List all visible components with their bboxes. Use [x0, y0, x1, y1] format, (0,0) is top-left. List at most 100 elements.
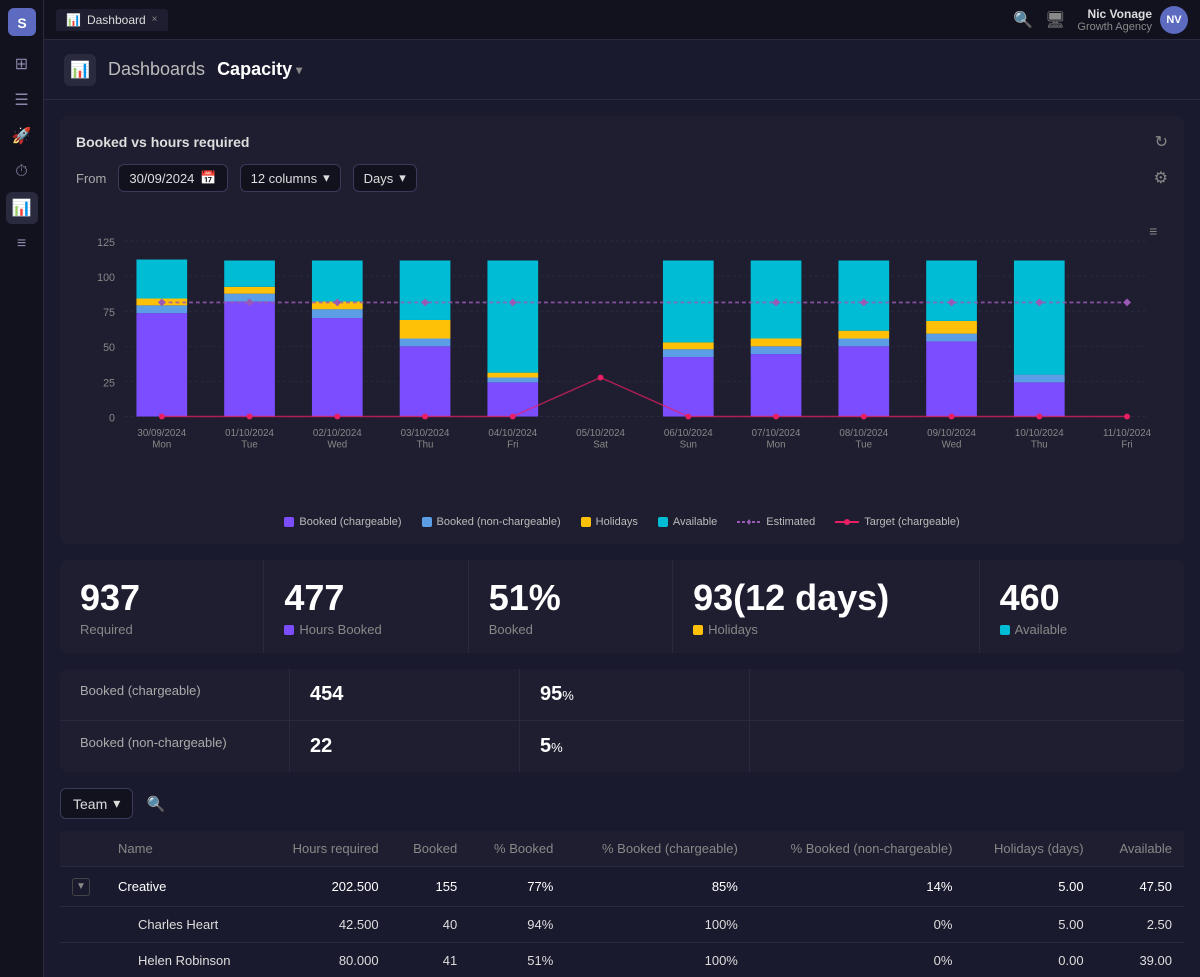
stat-pct-booked-label: Booked [489, 622, 652, 637]
legend-holidays: Holidays [581, 516, 638, 528]
legend-label: Target (chargeable) [864, 516, 959, 528]
search-icon[interactable]: 🔍 [1013, 10, 1033, 30]
page-title-text: Capacity [217, 59, 292, 80]
tab-close-icon[interactable]: × [152, 14, 158, 25]
days-dropdown-icon: ▾ [399, 170, 406, 186]
row-available: 39.00 [1096, 942, 1184, 977]
stat-holidays-value: 93(12 days) [693, 580, 959, 616]
data-table: Name Hours required Booked % Booked % Bo… [60, 831, 1184, 977]
chart-card-header: Booked vs hours required ↻ [76, 132, 1168, 152]
legend-booked-chargeable: Booked (chargeable) [284, 516, 401, 528]
sidebar-item-chart[interactable]: 📊 [6, 192, 38, 224]
stat-holidays-label: Holidays [693, 622, 959, 637]
svg-text:Thu: Thu [1031, 440, 1048, 451]
svg-text:Fri: Fri [1121, 440, 1132, 451]
row-expand[interactable]: ▼ [60, 867, 106, 907]
svg-text:30/09/2024: 30/09/2024 [137, 428, 186, 439]
columns-filter[interactable]: 12 columns ▾ [240, 164, 341, 192]
svg-text:Wed: Wed [942, 440, 962, 451]
sub-value-chargeable: 454 [290, 669, 520, 720]
sidebar-item-timer[interactable]: ⏱ [6, 156, 38, 188]
sub-value-non: 22 [290, 721, 520, 772]
content-area: Booked vs hours required ↻ From 30/09/20… [44, 100, 1200, 977]
svg-text:Wed: Wed [327, 440, 347, 451]
chart-settings-icon[interactable]: ⚙ [1154, 168, 1168, 188]
row-pct-booked: 51% [469, 942, 565, 977]
chart-svg: 0 25 50 75 100 125 [76, 208, 1168, 508]
table-row: ▼ Creative 202.500 155 77% 85% 14% 5.00 … [60, 867, 1184, 907]
avatar: NV [1160, 6, 1188, 34]
col-available: Available [1096, 831, 1184, 867]
svg-text:04/10/2024: 04/10/2024 [488, 428, 537, 439]
page-title-dropdown-icon: ▾ [296, 63, 302, 77]
row-available: 47.50 [1096, 867, 1184, 907]
table-row: Helen Robinson 80.000 41 51% 100% 0% 0.0… [60, 942, 1184, 977]
row-name: Charles Heart [106, 906, 264, 942]
svg-text:125: 125 [97, 237, 115, 249]
page-icon: 📊 [64, 54, 96, 86]
user-info: Nic Vonage Growth Agency NV [1077, 6, 1188, 34]
topbar-right: 🔍 🖥 Nic Vonage Growth Agency NV [1013, 6, 1188, 34]
columns-label: 12 columns [251, 171, 317, 186]
sidebar: S ⊞ ☰ 🚀 ⏱ 📊 ≡ [0, 0, 44, 977]
breadcrumb: Dashboards [108, 59, 205, 80]
row-holidays: 5.00 [964, 867, 1095, 907]
columns-dropdown-icon: ▾ [323, 170, 330, 186]
page-title-dropdown[interactable]: Capacity ▾ [217, 59, 302, 80]
row-pct-non: 0% [750, 906, 965, 942]
sub-label-non: Booked (non-chargeable) [60, 721, 290, 772]
col-hours-req: Hours required [264, 831, 391, 867]
user-name: Nic Vonage [1077, 7, 1152, 21]
legend-available: Available [658, 516, 717, 528]
sidebar-item-grid[interactable]: ⊞ [6, 48, 38, 80]
dashboard-tab[interactable]: 📊 Dashboard × [56, 9, 168, 31]
topbar-left: 📊 Dashboard × [56, 9, 168, 31]
monitor-icon[interactable]: 🖥 [1045, 10, 1065, 30]
row-name: Creative [106, 867, 264, 907]
date-filter[interactable]: 30/09/2024 📅 [118, 164, 227, 192]
calendar-icon: 📅 [200, 170, 216, 186]
col-expand [60, 831, 106, 867]
tab-icon: 📊 [66, 13, 81, 27]
team-select[interactable]: Team ▾ [60, 788, 133, 819]
sidebar-item-rocket[interactable]: 🚀 [6, 120, 38, 152]
legend-dot-holidays [581, 517, 591, 527]
sub-pct-non: 5% [520, 721, 750, 772]
stat-booked-label: Hours Booked [284, 622, 447, 637]
sub-label-chargeable: Booked (chargeable) [60, 669, 290, 720]
legend-line-estimated [737, 516, 761, 528]
col-pct-chargeable: % Booked (chargeable) [565, 831, 750, 867]
row-expand [60, 906, 106, 942]
stat-booked-dot [284, 625, 294, 635]
row-hours-req: 80.000 [264, 942, 391, 977]
legend-label: Holidays [596, 516, 638, 528]
table-row: Charles Heart 42.500 40 94% 100% 0% 5.00… [60, 906, 1184, 942]
row-hours-req: 42.500 [264, 906, 391, 942]
row-expand [60, 942, 106, 977]
app-logo[interactable]: S [8, 8, 36, 36]
svg-text:05/10/2024: 05/10/2024 [576, 428, 625, 439]
row-available: 2.50 [1096, 906, 1184, 942]
col-pct-booked: % Booked [469, 831, 565, 867]
svg-text:Sat: Sat [593, 440, 608, 451]
team-search-button[interactable]: 🔍 [141, 789, 171, 819]
sub-empty-chargeable [750, 669, 1184, 720]
legend-line-target [835, 516, 859, 528]
chart-legend: Booked (chargeable) Booked (non-chargeab… [76, 516, 1168, 528]
row-hours-req: 202.500 [264, 867, 391, 907]
sidebar-item-menu[interactable]: ≡ [6, 228, 38, 260]
refresh-icon[interactable]: ↻ [1155, 132, 1168, 152]
svg-text:10/10/2024: 10/10/2024 [1015, 428, 1064, 439]
sidebar-item-list[interactable]: ☰ [6, 84, 38, 116]
svg-text:07/10/2024: 07/10/2024 [752, 428, 801, 439]
table-header-row: Name Hours required Booked % Booked % Bo… [60, 831, 1184, 867]
page-header: 📊 Dashboards Capacity ▾ [44, 40, 1200, 100]
stat-available-dot [1000, 625, 1010, 635]
sub-empty-non [750, 721, 1184, 772]
days-filter[interactable]: Days ▾ [353, 164, 417, 192]
from-label: From [76, 171, 106, 186]
svg-text:Sun: Sun [680, 440, 697, 451]
col-holidays: Holidays (days) [964, 831, 1095, 867]
svg-text:11/10/2024: 11/10/2024 [1103, 428, 1152, 439]
row-booked: 40 [391, 906, 470, 942]
